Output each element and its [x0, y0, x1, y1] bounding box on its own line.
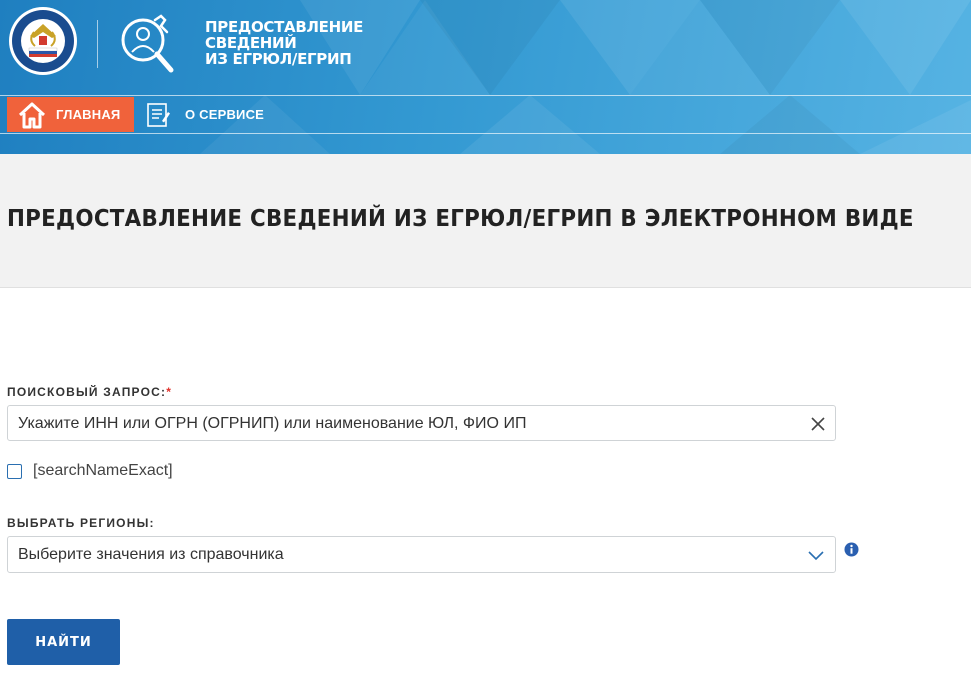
required-mark: * [166, 385, 173, 399]
page-title-band: ПРЕДОСТАВЛЕНИЕ СВЕДЕНИЙ ИЗ ЕГРЮЛ/ЕГРИП В… [0, 154, 971, 288]
search-input-placeholder: Укажите ИНН или ОГРН (ОГРНИП) или наимен… [18, 415, 527, 432]
regions-label: ВЫБРАТЬ РЕГИОНЫ: [7, 516, 155, 530]
search-name-exact-row[interactable]: [searchNameExact] [7, 462, 173, 480]
header-divider [97, 20, 98, 68]
nav-bottom-line [0, 133, 971, 134]
search-name-exact-label[interactable]: [searchNameExact] [33, 462, 173, 480]
regions-select-placeholder: Выберите значения из справочника [18, 546, 284, 563]
nav-home-label: ГЛАВНАЯ [56, 107, 121, 122]
search-name-exact-checkbox[interactable] [7, 463, 22, 479]
find-button[interactable]: НАЙТИ [7, 619, 120, 665]
fns-emblem-icon[interactable] [8, 6, 78, 76]
nav-about-link[interactable]: О СЕРВИСЕ [146, 97, 264, 132]
document-icon [147, 102, 170, 127]
header-service-title: ПРЕДОСТАВЛЕНИЕ СВЕДЕНИЙ ИЗ ЕГРЮЛ/ЕГРИП [205, 19, 385, 67]
nav-about-label: О СЕРВИСЕ [185, 107, 265, 122]
close-icon[interactable] [809, 415, 827, 433]
home-icon [18, 102, 46, 128]
nav-top-line [0, 95, 971, 96]
search-person-wrench-icon [121, 14, 174, 73]
regions-select[interactable]: Выберите значения из справочника [7, 536, 836, 573]
search-input[interactable]: Укажите ИНН или ОГРН (ОГРНИП) или наимен… [7, 405, 836, 441]
header-title-line-3: ИЗ ЕГРЮЛ/ЕГРИП [205, 50, 352, 68]
site-header: ПРЕДОСТАВЛЕНИЕ СВЕДЕНИЙ ИЗ ЕГРЮЛ/ЕГРИП Г… [0, 0, 971, 154]
page-title: ПРЕДОСТАВЛЕНИЕ СВЕДЕНИЙ ИЗ ЕГРЮЛ/ЕГРИП В… [7, 206, 914, 232]
chevron-down-icon[interactable] [807, 548, 825, 562]
nav-home-link[interactable]: ГЛАВНАЯ [7, 97, 134, 132]
header-title-line-2: СВЕДЕНИЙ [205, 34, 297, 52]
info-icon[interactable] [844, 542, 859, 557]
search-query-label-text: ПОИСКОВЫЙ ЗАПРОС: [7, 385, 167, 399]
header-title-line-1: ПРЕДОСТАВЛЕНИЕ [205, 18, 364, 36]
search-query-label: ПОИСКОВЫЙ ЗАПРОС:* [7, 385, 172, 399]
